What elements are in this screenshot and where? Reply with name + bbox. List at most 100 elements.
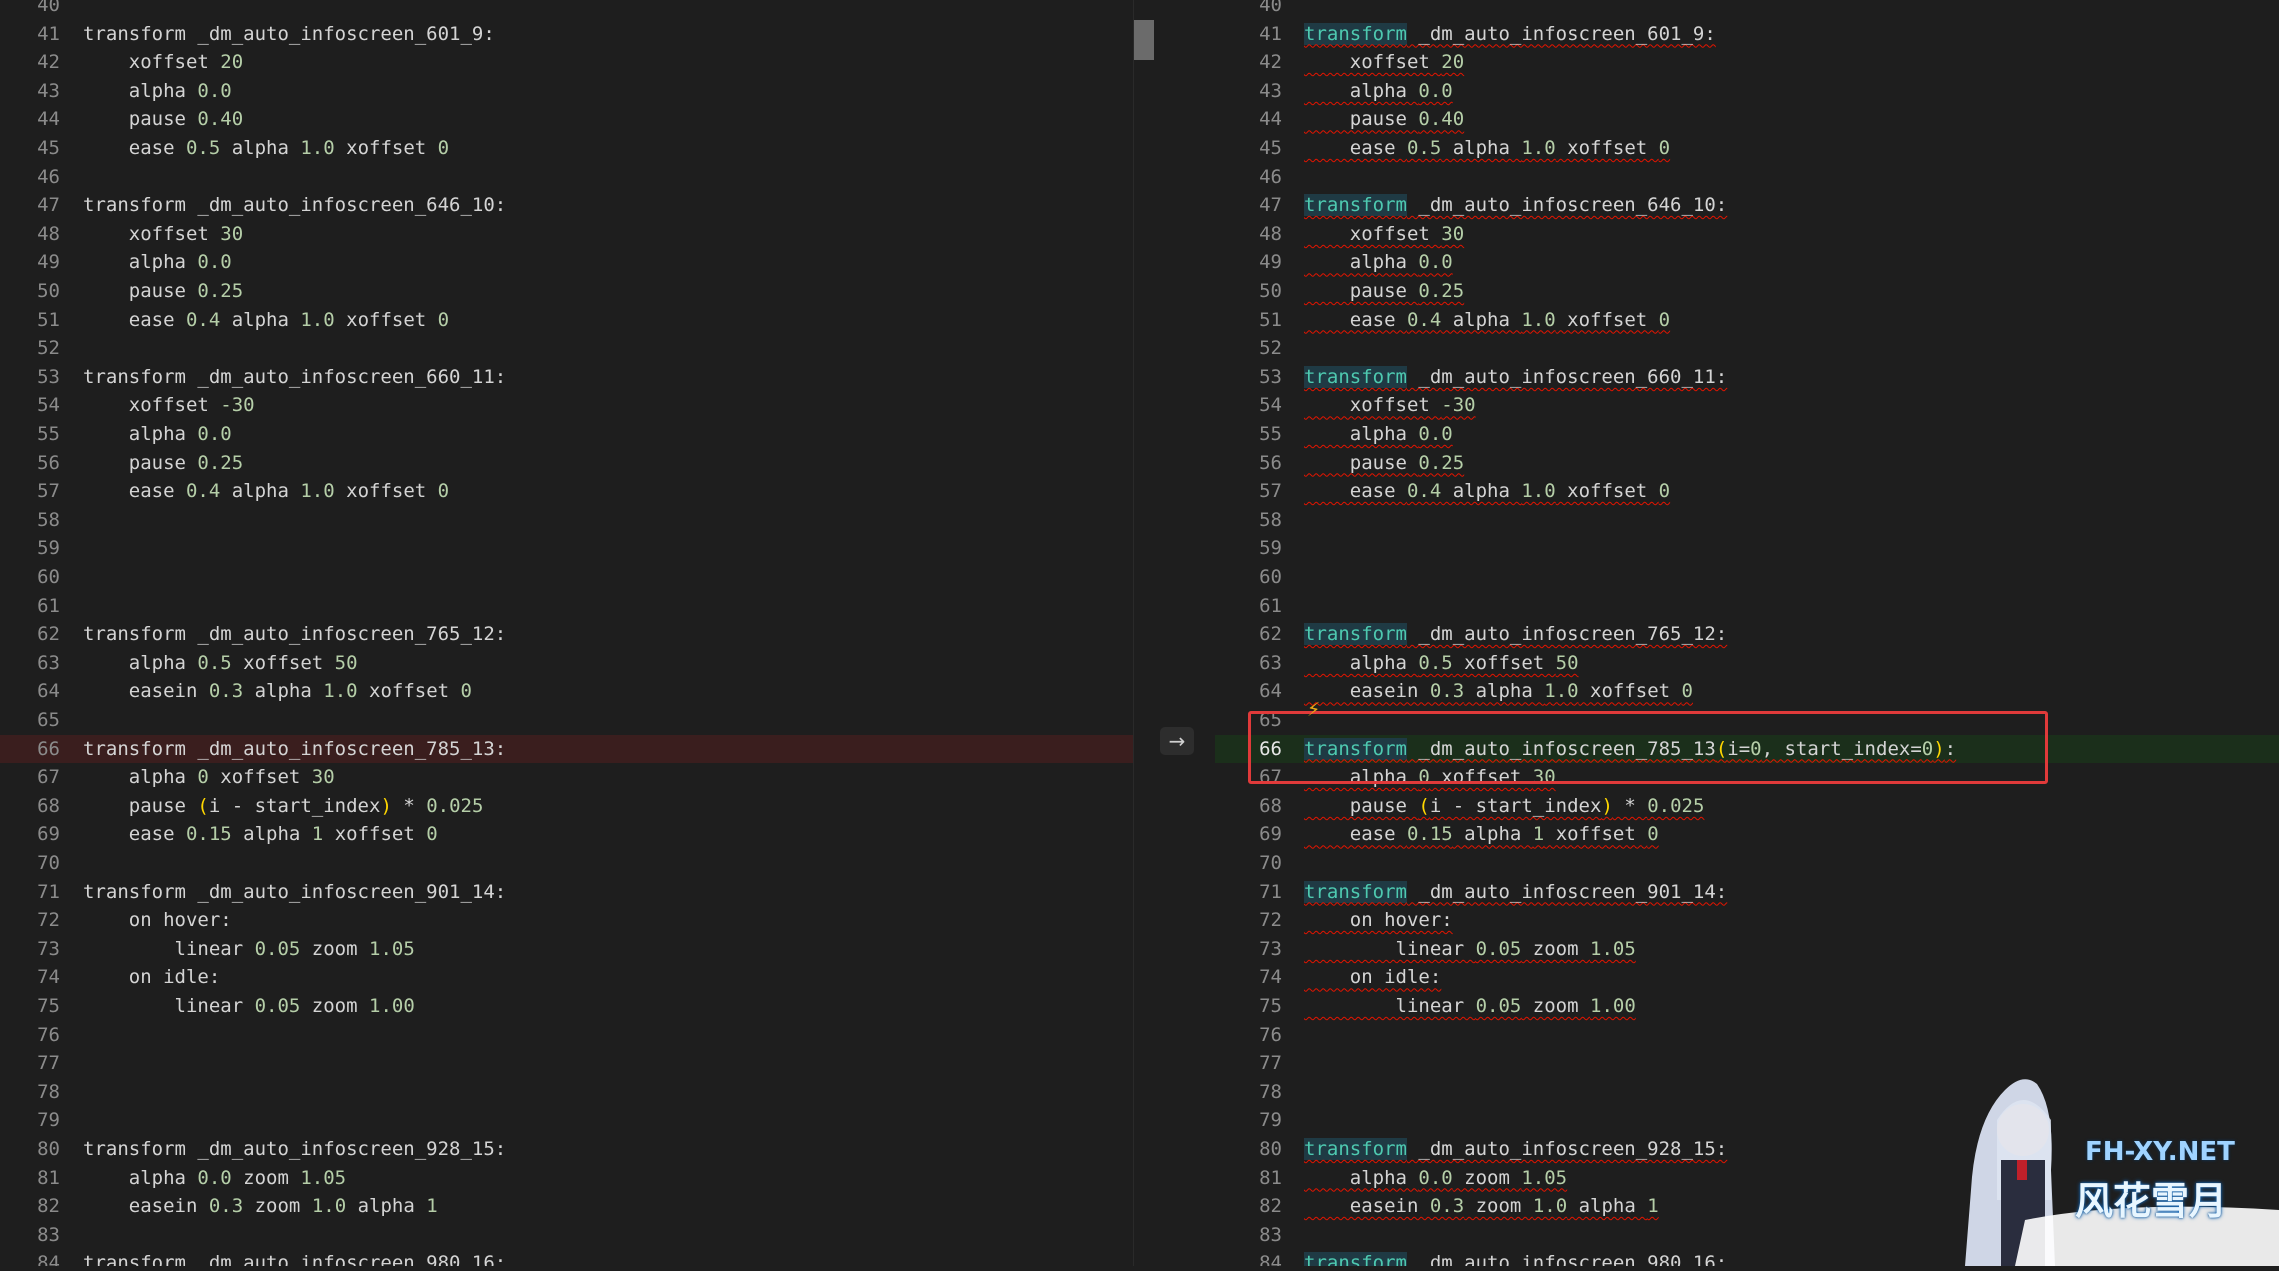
line-number: 41	[37, 22, 60, 45]
code-line[interactable]: 76	[0, 1021, 1133, 1050]
code-line[interactable]: 46	[1215, 163, 2279, 192]
code-text: on hover:	[83, 909, 232, 932]
code-line[interactable]: 58	[1215, 506, 2279, 535]
code-line[interactable]: 44 pause 0.40	[1215, 105, 2279, 134]
code-line[interactable]: 64 easein 0.3 alpha 1.0 xoffset 0	[1215, 677, 2279, 706]
code-text: alpha 0 xoffset 30	[83, 766, 335, 789]
code-line[interactable]: 51 ease 0.4 alpha 1.0 xoffset 0	[0, 306, 1133, 335]
code-line[interactable]: 45 ease 0.5 alpha 1.0 xoffset 0	[1215, 134, 2279, 163]
code-line[interactable]: 81 alpha 0.0 zoom 1.05	[0, 1164, 1133, 1193]
code-line[interactable]: 72 on hover:	[0, 906, 1133, 935]
code-line[interactable]: 57 ease 0.4 alpha 1.0 xoffset 0	[1215, 477, 2279, 506]
code-line[interactable]: 54 xoffset -30	[1215, 391, 2279, 420]
code-text: alpha 0.0	[1304, 79, 1453, 102]
code-line[interactable]: 41 transform _dm_auto_infoscreen_601_9:	[1215, 20, 2279, 49]
code-line[interactable]: 60	[0, 563, 1133, 592]
code-line[interactable]: 67 alpha 0 xoffset 30	[0, 763, 1133, 792]
code-line[interactable]: 59	[1215, 534, 2279, 563]
line-number: 42	[1259, 51, 1282, 74]
apply-change-button[interactable]: →	[1160, 727, 1194, 755]
code-line[interactable]: 62 transform _dm_auto_infoscreen_765_12:	[0, 620, 1133, 649]
code-line[interactable]: 51 ease 0.4 alpha 1.0 xoffset 0	[1215, 306, 2279, 335]
code-text: ease 0.4 alpha 1.0 xoffset 0	[83, 480, 450, 503]
code-line[interactable]: 71 transform _dm_auto_infoscreen_901_14:	[1215, 878, 2279, 907]
code-line[interactable]: 61	[1215, 592, 2279, 621]
code-line[interactable]: 62 transform _dm_auto_infoscreen_765_12:	[1215, 620, 2279, 649]
line-number: 56	[1259, 451, 1282, 474]
code-line[interactable]: 47 transform _dm_auto_infoscreen_646_10:	[0, 191, 1133, 220]
code-line[interactable]: 55 alpha 0.0	[1215, 420, 2279, 449]
code-line[interactable]: 64 easein 0.3 alpha 1.0 xoffset 0	[0, 677, 1133, 706]
code-line[interactable]: 53 transform _dm_auto_infoscreen_660_11:	[1215, 363, 2279, 392]
code-line[interactable]: 71 transform _dm_auto_infoscreen_901_14:	[0, 878, 1133, 907]
code-line[interactable]: 50 pause 0.25	[1215, 277, 2279, 306]
line-number: 64	[37, 680, 60, 703]
code-line[interactable]: 42 xoffset 20	[1215, 48, 2279, 77]
code-line[interactable]: 41 transform _dm_auto_infoscreen_601_9:	[0, 20, 1133, 49]
code-line[interactable]: 73 linear 0.05 zoom 1.05	[0, 935, 1133, 964]
code-line[interactable]: 40	[0, 0, 1133, 20]
code-line[interactable]: 63 alpha 0.5 xoffset 50	[1215, 649, 2279, 678]
code-line[interactable]: 59	[0, 534, 1133, 563]
code-line[interactable]: 55 alpha 0.0	[0, 420, 1133, 449]
code-line[interactable]: 69 ease 0.15 alpha 1 xoffset 0	[1215, 820, 2279, 849]
code-line[interactable]: 70	[0, 849, 1133, 878]
line-number: 81	[37, 1166, 60, 1189]
code-line[interactable]: 49 alpha 0.0	[1215, 248, 2279, 277]
code-line[interactable]: 45 ease 0.5 alpha 1.0 xoffset 0	[0, 134, 1133, 163]
code-line[interactable]: 78	[0, 1078, 1133, 1107]
lightbulb-icon[interactable]: ⚡	[1307, 697, 1320, 722]
code-line[interactable]: 60	[1215, 563, 2279, 592]
code-line[interactable]: 54 xoffset -30	[0, 391, 1133, 420]
code-line[interactable]: 80 transform _dm_auto_infoscreen_928_15:	[0, 1135, 1133, 1164]
code-line[interactable]: 70	[1215, 849, 2279, 878]
code-line[interactable]: 69 ease 0.15 alpha 1 xoffset 0	[0, 820, 1133, 849]
code-line[interactable]: 79	[0, 1106, 1133, 1135]
code-line[interactable]: 43 alpha 0.0	[0, 77, 1133, 106]
code-line[interactable]: 48 xoffset 30	[1215, 220, 2279, 249]
code-line[interactable]: 40	[1215, 0, 2279, 20]
scrollbar-thumb[interactable]	[1134, 20, 1154, 60]
code-line[interactable]: 74 on idle:	[0, 963, 1133, 992]
code-line[interactable]: 42 xoffset 20	[0, 48, 1133, 77]
left-editor-pane[interactable]: 40 41 transform _dm_auto_infoscreen_601_9:…	[0, 0, 1133, 1266]
code-line[interactable]: 52	[0, 334, 1133, 363]
line-number: 76	[1259, 1023, 1282, 1046]
code-line[interactable]: 63 alpha 0.5 xoffset 50	[0, 649, 1133, 678]
code-line[interactable]: 56 pause 0.25	[0, 449, 1133, 478]
code-line[interactable]: 57 ease 0.4 alpha 1.0 xoffset 0	[0, 477, 1133, 506]
line-number: 50	[1259, 280, 1282, 302]
code-line[interactable]: 76	[1215, 1021, 2279, 1050]
code-line[interactable]: 44 pause 0.40	[0, 105, 1133, 134]
line-number: 62	[1259, 623, 1282, 646]
code-line[interactable]: 50 pause 0.25	[0, 277, 1133, 306]
code-line[interactable]: 47 transform _dm_auto_infoscreen_646_10:	[1215, 191, 2279, 220]
code-line[interactable]: 75 linear 0.05 zoom 1.00	[0, 992, 1133, 1021]
code-line[interactable]: 58	[0, 506, 1133, 535]
code-line[interactable]: 56 pause 0.25	[1215, 449, 2279, 478]
code-line[interactable]: 49 alpha 0.0	[0, 248, 1133, 277]
code-line[interactable]: 65	[0, 706, 1133, 735]
line-number: 59	[37, 537, 60, 560]
code-line[interactable]: 48 xoffset 30	[0, 220, 1133, 249]
code-line[interactable]: 61	[0, 592, 1133, 621]
code-line[interactable]: 68 pause (i - start_index) * 0.025	[1215, 792, 2279, 821]
line-number: 63	[1259, 651, 1282, 674]
code-line[interactable]: 53 transform _dm_auto_infoscreen_660_11:	[0, 363, 1133, 392]
code-line[interactable]: 83	[0, 1221, 1133, 1250]
code-line[interactable]: 82 easein 0.3 zoom 1.0 alpha 1	[0, 1192, 1133, 1221]
code-line[interactable]: 46	[0, 163, 1133, 192]
code-line[interactable]: 84 transform _dm_auto_infoscreen_980_16:	[0, 1249, 1133, 1266]
code-line[interactable]: 43 alpha 0.0	[1215, 77, 2279, 106]
code-line[interactable]: 72 on hover:	[1215, 906, 2279, 935]
code-line[interactable]: 73 linear 0.05 zoom 1.05	[1215, 935, 2279, 964]
code-line[interactable]: 68 pause (i - start_index) * 0.025	[0, 792, 1133, 821]
code-line[interactable]: 77	[0, 1049, 1133, 1078]
code-line[interactable]: 52	[1215, 334, 2279, 363]
line-number: 53	[1259, 365, 1282, 388]
code-line[interactable]: 74 on idle:	[1215, 963, 2279, 992]
code-line[interactable]: 75 linear 0.05 zoom 1.00	[1215, 992, 2279, 1021]
code-text: linear 0.05 zoom 1.05	[83, 937, 415, 960]
line-number: 47	[1259, 194, 1282, 217]
code-line[interactable]: 66 transform _dm_auto_infoscreen_785_13:	[0, 734, 1133, 764]
